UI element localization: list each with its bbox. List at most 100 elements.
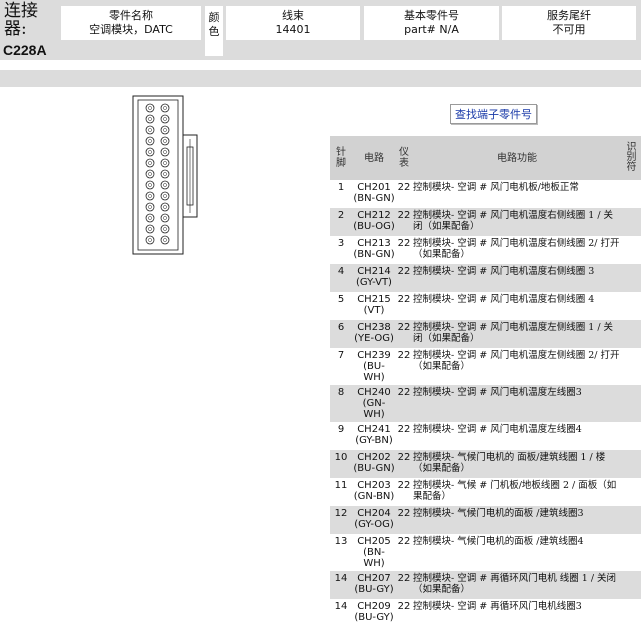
- table-row: 7 CH239 (BU-WH) 22 控制模块- 空调 # 风门电机温度左侧线圈 2/…: [330, 348, 641, 385]
- id-cell: [622, 599, 641, 627]
- id-cell: [622, 348, 641, 385]
- id-cell: [622, 180, 641, 208]
- gauge-cell: 22: [396, 571, 412, 599]
- circuit-cell: CH203 (GN-BN): [353, 480, 395, 502]
- connector-pin-center: [163, 183, 167, 187]
- base-part-value: part# N/A: [404, 23, 459, 36]
- header-gauge: 仪表: [396, 136, 412, 180]
- find-terminal-part-link[interactable]: 查找端子零件号: [450, 104, 537, 124]
- connector-pin-center: [148, 161, 152, 165]
- header-pin: 针脚: [330, 136, 352, 180]
- function-cell: 控制模块- 空调 # 风门电机温度左侧线圈 1 / 关闭（如果配备）: [412, 320, 622, 348]
- connector-pin-center: [163, 172, 167, 176]
- table-row: 8 CH240 (GN-WH) 22 控制模块- 空调 # 风门电机温度左线圈3: [330, 385, 641, 422]
- circuit-cell: CH238 (YE-OG): [352, 320, 396, 348]
- gauge-cell: 22: [397, 601, 411, 612]
- connector-pin-center: [163, 128, 167, 132]
- connector-face-diagram: [132, 95, 198, 255]
- circuit-cell: CH207 (BU-GY): [352, 571, 396, 599]
- part-name-cell: 零件名称 空调模块，DATC: [61, 6, 201, 40]
- pin-cell: 7: [337, 350, 345, 361]
- function-cell: 控制模块- 空调 # 风门电机温度右侧线圈 1 / 关闭（如果配备）: [412, 208, 622, 236]
- circuit-cell: CH202 (BU-GN): [352, 450, 396, 478]
- connector-pin-center: [148, 139, 152, 143]
- table-row: 6 CH238 (YE-OG) 22 控制模块- 空调 # 风门电机温度左侧线圈 1 …: [330, 320, 641, 348]
- function-cell: 控制模块- 空调 # 风门电机温度右侧线圈 2/ 打开（如果配备）: [413, 238, 620, 260]
- pin-cell: 11: [334, 480, 348, 491]
- circuit-cell: CH212 (BU-OG): [352, 208, 396, 236]
- connector-pin-center: [148, 194, 152, 198]
- gauge-cell: 22: [396, 320, 412, 348]
- connector-pin-center: [163, 161, 167, 165]
- connector-pin-center: [148, 183, 152, 187]
- circuit-cell: CH204 (GY-OG): [352, 506, 396, 534]
- function-cell: 控制模块- 空调 # 风门电机温度右侧线圈 3: [412, 264, 622, 292]
- pin-cell: 6: [330, 320, 352, 348]
- connector-pin-center: [148, 227, 152, 231]
- part-name-label: 零件名称: [109, 9, 153, 22]
- base-part-cell: 基本零件号 part# N/A: [364, 6, 499, 40]
- gauge-cell: 22: [396, 208, 412, 236]
- connector-header: 连接器: C228A 零件名称 空调模块，DATC 颜色 线束 14401 基本…: [0, 0, 641, 60]
- connector-pin-center: [163, 238, 167, 242]
- header-function: 电路功能: [412, 136, 622, 180]
- id-cell: [622, 571, 641, 599]
- pin-cell: 5: [337, 294, 345, 305]
- pin-table: 针脚 电路 仪表 电路功能 识别符 1 CH201 (BN-GN) 22 控制模块- …: [330, 136, 641, 627]
- harness-value: 14401: [275, 23, 311, 36]
- id-cell: [622, 264, 641, 292]
- connector-pin-center: [163, 205, 167, 209]
- part-name-value: 空调模块，DATC: [89, 23, 173, 36]
- circuit-cell: CH215 (VT): [357, 294, 391, 316]
- harness-cell: 线束 14401: [226, 6, 360, 40]
- table-row: 4 CH214 (GY-VT) 22 控制模块- 空调 # 风门电机温度右侧线圈 3: [330, 264, 641, 292]
- gauge-cell: 22: [396, 506, 412, 534]
- separator-band: [0, 70, 641, 87]
- harness-label: 线束: [282, 9, 304, 22]
- id-cell: [622, 450, 641, 478]
- pin-cell: 14: [330, 571, 352, 599]
- function-cell: 控制模块- 空调 # 再循环风门电机 线圈 1 / 关闭（如果配备）: [412, 571, 622, 599]
- pin-cell: 14: [334, 601, 348, 612]
- table-row: 14 CH207 (BU-GY) 22 控制模块- 空调 # 再循环风门电机 线圈 1…: [330, 571, 641, 599]
- pin-cell: 1: [337, 182, 345, 193]
- pin-cell: 8: [330, 385, 352, 422]
- connector-pin-center: [163, 139, 167, 143]
- function-cell: 控制模块- 气候门电机的 面板/建筑线圈 1 / 楼（如果配备）: [412, 450, 622, 478]
- pigtail-cell: 服务尾纤 不可用: [502, 6, 636, 40]
- table-row: 9 CH241 (GY-BN) 22 控制模块- 空调 # 风门电机温度左线圈4: [330, 422, 641, 450]
- pin-cell: 13: [334, 536, 348, 547]
- pigtail-label: 服务尾纤: [547, 9, 591, 22]
- connector-pin-center: [163, 216, 167, 220]
- function-cell: 控制模块- 空调 # 再循环风门电机线圈3: [413, 601, 582, 612]
- function-cell: 控制模块- 空调 # 风门电机温度左线圈4: [413, 424, 582, 435]
- connector-label: 连接器:: [4, 1, 38, 39]
- table-row: 14 CH209 (BU-GY) 22 控制模块- 空调 # 再循环风门电机线圈3: [330, 599, 641, 627]
- circuit-cell: CH239 (BU-WH): [357, 350, 391, 383]
- header-circuit: 电路: [352, 136, 396, 180]
- id-cell: [622, 534, 641, 571]
- gauge-cell: 22: [397, 350, 411, 361]
- connector-pin-center: [148, 205, 152, 209]
- gauge-cell: 22: [397, 294, 411, 305]
- circuit-cell: CH201 (BN-GN): [353, 182, 395, 204]
- table-row: 10 CH202 (BU-GN) 22 控制模块- 气候门电机的 面板/建筑线圈 1 …: [330, 450, 641, 478]
- id-cell: [622, 478, 641, 506]
- color-label: 颜色: [208, 11, 220, 38]
- circuit-cell: CH213 (BN-GN): [353, 238, 395, 260]
- connector-pin-center: [163, 227, 167, 231]
- connector-pin-center: [148, 238, 152, 242]
- gauge-cell: 22: [396, 385, 412, 422]
- gauge-cell: 22: [397, 424, 411, 435]
- table-header-row: 针脚 电路 仪表 电路功能 识别符: [330, 136, 641, 180]
- connector-code: C228A: [3, 42, 47, 58]
- gauge-cell: 22: [396, 450, 412, 478]
- gauge-cell: 22: [397, 536, 411, 547]
- table-row: 5 CH215 (VT) 22 控制模块- 空调 # 风门电机温度右侧线圈 4: [330, 292, 641, 320]
- function-cell: 控制模块- 气候门电机的面板 /建筑线圈3: [412, 506, 622, 534]
- id-cell: [622, 292, 641, 320]
- id-cell: [622, 208, 641, 236]
- table-row: 13 CH205 (BN-WH) 22 控制模块- 气候门电机的面板 /建筑线圈4: [330, 534, 641, 571]
- function-cell: 控制模块- 气候 # 门机板/地板线圈 2 / 面板（如果配备）: [413, 480, 617, 502]
- table-row: 12 CH204 (GY-OG) 22 控制模块- 气候门电机的面板 /建筑线圈3: [330, 506, 641, 534]
